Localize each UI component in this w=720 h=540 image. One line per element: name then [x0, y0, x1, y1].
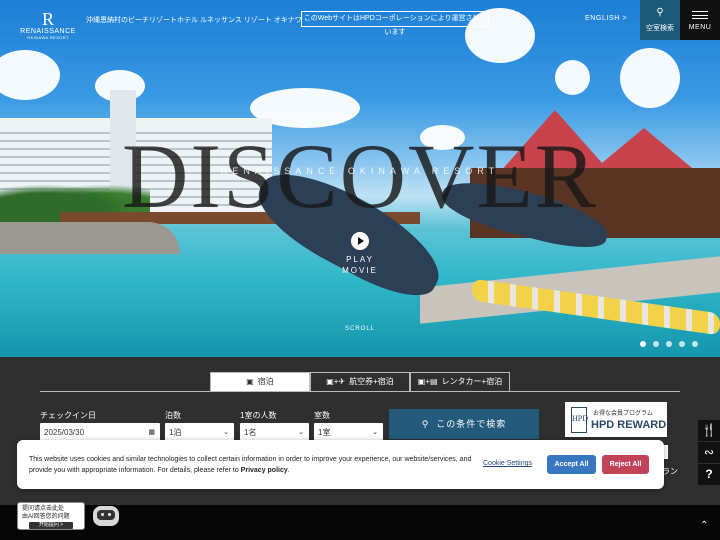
chat-ask-button[interactable]: 开始提问 > [29, 522, 73, 529]
cookie-message: This website uses cookies and similar te… [29, 454, 477, 476]
search-icon: ⚲ [656, 7, 664, 18]
hero-headline: DISCOVER [121, 125, 599, 227]
search-submit-button[interactable]: ⚲ この条件で検索 [389, 409, 539, 439]
robot-face [97, 510, 115, 520]
checkin-value: 2025/03/30 [44, 428, 85, 437]
plane-icon: ▣+✈ [326, 377, 346, 386]
rooms-label: 室数 [314, 411, 330, 420]
slide-dots [640, 341, 698, 347]
chat-line-2: 由AI回答您的问题 [22, 514, 70, 520]
booking-tabs: ▣ 宿泊 ▣+✈ 航空券+宿泊 ▣+▤ レンタカー+宿泊 [210, 372, 510, 391]
site-tagline: 沖縄恩納村のビーチリゾートホテル ルネッサンス リゾート オキナワ [86, 17, 302, 24]
slide-dot[interactable] [692, 341, 698, 347]
hpd-badge-title: HPD REWARD [591, 419, 667, 431]
checkin-label: チェックイン日 [40, 411, 96, 420]
robot-eye [101, 513, 104, 516]
slide-dot[interactable] [653, 341, 659, 347]
car-icon: ▣+▤ [417, 377, 438, 386]
cookie-banner: This website uses cookies and similar te… [17, 440, 664, 489]
hamburger-icon [692, 11, 708, 19]
search-icon: ⚲ [421, 419, 437, 429]
cloud [0, 50, 60, 100]
accept-all-button[interactable]: Accept All [547, 455, 596, 474]
tab-label: 航空券+宿泊 [349, 377, 394, 386]
back-to-top-icon[interactable]: ⌃ [700, 520, 708, 531]
privacy-policy-link[interactable]: Privacy policy [241, 467, 288, 474]
brand-logo[interactable]: R RENAISSANCE OKINAWA RESORT [18, 10, 78, 40]
hpd-badge-caption: お得な会員プログラム [593, 411, 653, 417]
slide-dot[interactable] [666, 341, 672, 347]
hotel-icon: ▣ [246, 377, 254, 386]
slide-dot[interactable] [679, 341, 685, 347]
language-link[interactable]: ENGLISH > [585, 15, 627, 22]
menu-label: MENU [688, 24, 712, 31]
guests-value: 1名 [244, 428, 257, 437]
robot-avatar-icon[interactable] [91, 501, 121, 529]
hpd-operation-note[interactable]: このWebサイトはHPDコーポレーションにより運営されています [301, 11, 489, 36]
play-label: PLAY [346, 255, 374, 264]
question-icon[interactable]: ? [698, 464, 720, 485]
movie-label: MOVIE [342, 266, 378, 275]
menu-button[interactable]: MENU [680, 0, 720, 40]
tabs-divider [40, 391, 680, 392]
cookie-text-end: . [287, 467, 290, 474]
robot-eye [108, 513, 111, 516]
hpd-logo: HPD [571, 407, 588, 433]
slide-dot[interactable] [640, 341, 646, 347]
cloud [620, 48, 680, 108]
nights-value: 1泊 [169, 428, 182, 437]
tab-car-stay[interactable]: ▣+▤ レンタカー+宿泊 [410, 372, 510, 391]
restaurant-icon[interactable]: 🍴 [698, 420, 720, 441]
play-movie-button[interactable]: PLAY MOVIE [330, 232, 390, 276]
red-roof [596, 128, 692, 168]
play-icon [351, 232, 369, 250]
hpd-reward-banner[interactable]: HPD お得な会員プログラム HPD REWARD [565, 402, 667, 437]
cookie-settings-link[interactable]: Cookie Settings [483, 460, 532, 467]
chat-line-1: 提问请点击此处 [22, 506, 65, 512]
tab-flight-stay[interactable]: ▣+✈ 航空券+宿泊 [310, 372, 410, 391]
tab-label: 宿泊 [257, 377, 274, 386]
search-room-label: 空室検索 [646, 25, 674, 32]
search-button-label: この条件で検索 [436, 419, 507, 429]
search-room-button[interactable]: ⚲ 空室検索 [640, 0, 680, 40]
rooms-value: 1室 [318, 428, 331, 437]
ai-chat-prompt[interactable]: 提问请点击此处 由AI回答您的问题 开始提问 > [17, 502, 85, 530]
scroll-indicator[interactable]: SCROLL [340, 326, 380, 332]
tab-label: レンタカー+宿泊 [441, 377, 503, 386]
nights-label: 泊数 [165, 411, 181, 420]
brand-name: RENAISSANCE [20, 28, 76, 35]
hero-section: DISCOVER RENAISSANCE OKINAWA RESORT PLAY… [0, 0, 720, 357]
cloud [555, 60, 590, 95]
brand-sub: OKINAWA RESORT [27, 35, 69, 40]
brand-initial: R [41, 9, 54, 29]
partial-link-text[interactable]: ラン [662, 466, 678, 477]
hero-subtitle: RENAISSANCE OKINAWA RESORT [220, 166, 500, 176]
page: DISCOVER RENAISSANCE OKINAWA RESORT PLAY… [0, 0, 720, 540]
dolphin-icon[interactable]: ∾ [698, 442, 720, 463]
tab-stay[interactable]: ▣ 宿泊 [210, 372, 310, 391]
reject-all-button[interactable]: Reject All [602, 455, 649, 474]
guests-label: 1室の人数 [240, 411, 277, 420]
